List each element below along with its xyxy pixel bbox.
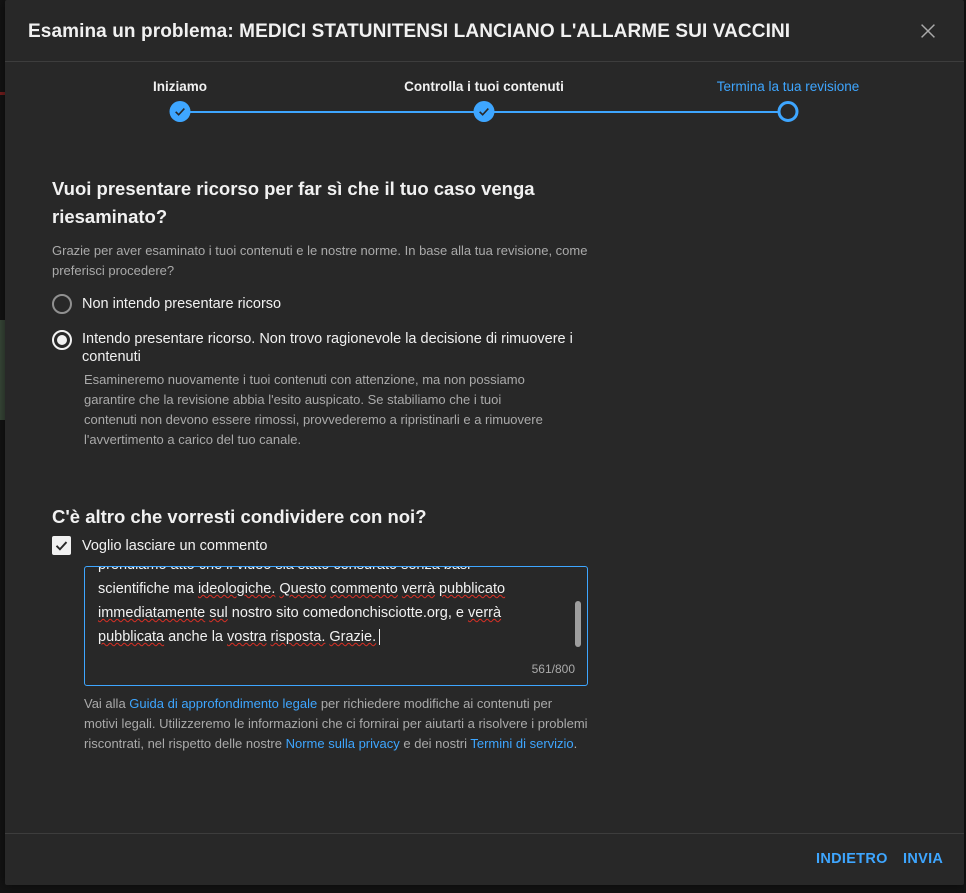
radio-appeal[interactable]: Intendo presentare ricorso. Non trovo ra…: [52, 330, 597, 366]
textarea-scrollbar[interactable]: [575, 601, 581, 647]
spellcheck-word: immediatamente: [98, 605, 206, 621]
comment-line: scientifiche ma ideologiche. Questo comm…: [98, 581, 506, 597]
privacy-policy-link[interactable]: Norme sulla privacy: [286, 736, 400, 751]
radio-no-appeal[interactable]: Non intendo presentare ricorso: [52, 294, 281, 314]
radio-appeal-description: Esamineremo nuovamente i tuoi contenuti …: [84, 372, 543, 447]
spellcheck-word: pubblicata: [98, 629, 165, 645]
spellcheck-word: pubblicato: [438, 581, 506, 597]
comment-line: prendiamo atto che il video sia stato ce…: [98, 567, 563, 577]
radio-button-selected[interactable]: [52, 330, 72, 350]
dialog-header: Esamina un problema: MEDICI STATUNITENSI…: [5, 0, 964, 62]
legal-text: e dei nostri: [399, 736, 471, 751]
step-label-1: Iniziamo: [152, 79, 208, 94]
close-icon[interactable]: [917, 20, 939, 42]
spellcheck-word: verrà: [468, 605, 502, 621]
step-label-2: Controlla i tuoi contenuti: [404, 79, 564, 94]
back-button[interactable]: INDIETRO: [816, 851, 888, 867]
comment-textarea[interactable]: prendiamo atto che il video sia stato ce…: [84, 566, 588, 686]
review-dialog: Esamina un problema: MEDICI STATUNITENSI…: [5, 0, 964, 885]
radio-appeal-label: Intendo presentare ricorso. Non trovo ra…: [82, 331, 573, 365]
comment-checkbox-label: Voglio lasciare un commento: [82, 537, 268, 554]
spellcheck-word: sul: [209, 605, 228, 621]
progress-stepper: Iniziamo Controlla i tuoi contenuti Term…: [5, 62, 964, 132]
spellcheck-word: ideologiche.: [197, 581, 276, 597]
appeal-description: Grazie per aver esaminato i tuoi contenu…: [52, 243, 588, 278]
legal-notice: Vai alla Guida di approfondimento legale…: [84, 694, 589, 754]
appeal-section: Vuoi presentare ricorso per far sì che i…: [52, 175, 597, 281]
radio-button[interactable]: [52, 294, 72, 314]
submit-button[interactable]: INVIA: [903, 851, 943, 867]
legal-guide-link[interactable]: Guida di approfondimento legale: [129, 696, 317, 711]
comment-line: immediatamente sul nostro sito comedonch…: [98, 605, 502, 621]
radio-no-appeal-label: Non intendo presentare ricorso: [82, 296, 282, 312]
comment-line: pubblicata anche la vostra risposta. Gra…: [98, 625, 563, 649]
spellcheck-word: verrà: [401, 581, 435, 597]
legal-text: .: [573, 736, 578, 751]
text-cursor: [379, 629, 381, 646]
spellcheck-word: risposta.: [270, 629, 326, 645]
checkbox-checked-icon[interactable]: [52, 536, 71, 555]
appeal-heading: Vuoi presentare ricorso per far sì che i…: [52, 178, 535, 227]
character-counter: 561/800: [531, 662, 575, 676]
step-label-3: Termina la tua revisione: [716, 79, 860, 94]
dialog-footer: INDIETRO INVIA: [5, 833, 964, 885]
spellcheck-word: vostra: [227, 629, 267, 645]
dialog-title: Esamina un problema: MEDICI STATUNITENSI…: [28, 21, 791, 42]
step-3-current-indicator: [777, 101, 799, 122]
spellcheck-word: Grazie.: [329, 629, 377, 645]
step-1-check-icon: [169, 101, 191, 122]
spellcheck-word: Questo: [279, 581, 327, 597]
step-2-check-icon: [473, 101, 495, 122]
comment-text[interactable]: prendiamo atto che il video sia stato ce…: [98, 567, 563, 649]
spellcheck-word: commento: [330, 581, 398, 597]
terms-of-service-link[interactable]: Termini di servizio: [470, 736, 573, 751]
comment-checkbox-row[interactable]: Voglio lasciare un commento: [52, 536, 267, 555]
comment-heading: C'è altro che vorresti condividere con n…: [52, 506, 427, 527]
legal-text: Vai alla: [84, 696, 130, 711]
